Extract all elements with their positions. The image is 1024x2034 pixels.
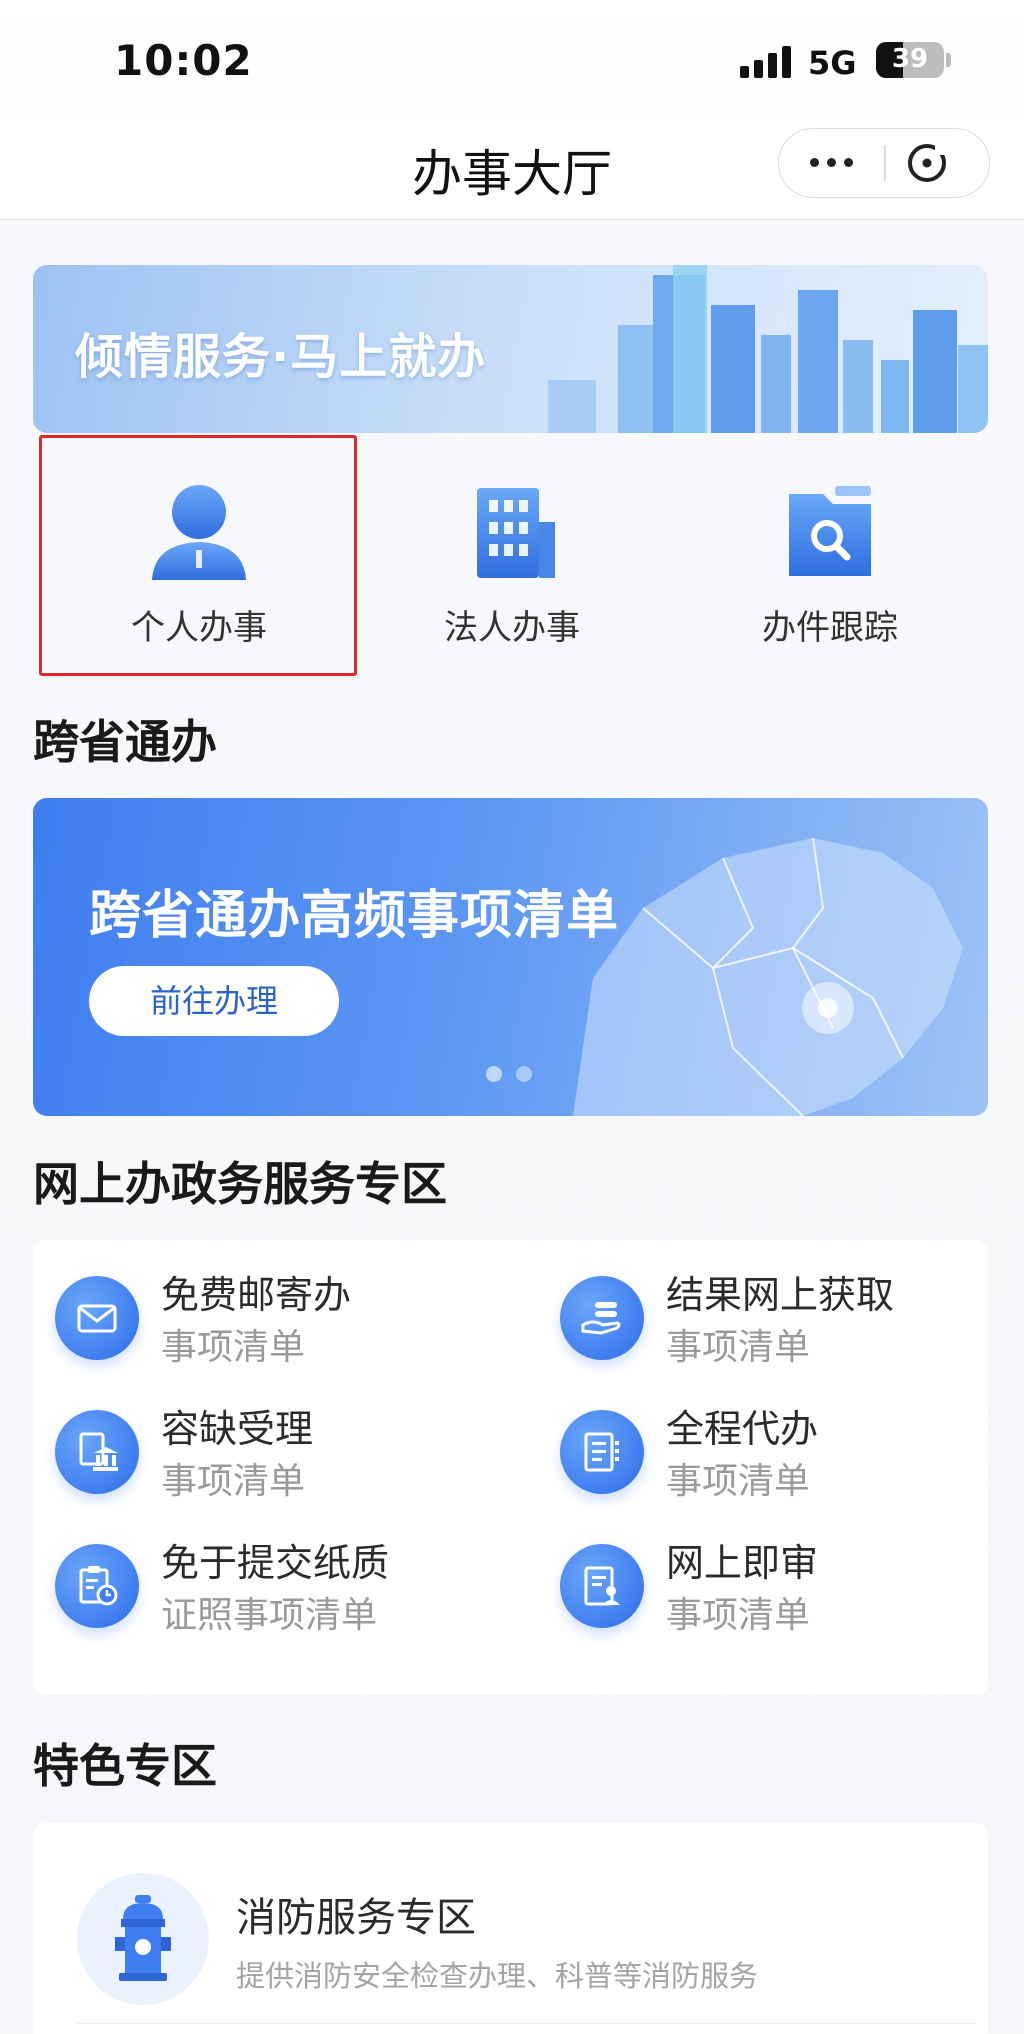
document-list-icon xyxy=(560,1410,644,1494)
battery-icon: 39 xyxy=(876,42,944,78)
battery-level: 39 xyxy=(891,44,929,74)
section-title-cross-province: 跨省通办 xyxy=(33,715,217,769)
feature-card: 消防服务专区 提供消防安全检查办理、科普等消防服务 xyxy=(33,1823,988,2034)
building-icon xyxy=(477,488,555,578)
bank-document-icon xyxy=(55,1410,139,1494)
more-dot xyxy=(809,157,819,167)
service-title: 结果网上获取 xyxy=(666,1273,895,1317)
folder-search-icon xyxy=(789,486,871,576)
quick-entry-label: 办件跟踪 xyxy=(762,608,898,648)
service-item-online-result[interactable]: 结果网上获取 事项清单 xyxy=(538,1254,998,1374)
quick-entry-label: 法人办事 xyxy=(444,608,580,648)
service-title: 免于提交纸质 xyxy=(161,1541,390,1585)
service-item-instant-review[interactable]: 网上即审 事项清单 xyxy=(538,1522,998,1642)
cross-banner-title: 跨省通办高频事项清单 xyxy=(89,886,620,946)
feature-description: 提供消防安全检查办理、科普等消防服务 xyxy=(236,1959,759,1993)
cross-province-banner[interactable]: 跨省通办高频事项清单 前往办理 xyxy=(33,798,988,1116)
carousel-dots xyxy=(486,1066,532,1082)
service-grid: 免费邮寄办 事项清单 结果网上获取 事项清单 容缺受理 事项清单 全程代办 事项… xyxy=(33,1240,988,1695)
service-item-full-agency[interactable]: 全程代办 事项清单 xyxy=(538,1388,998,1508)
service-title: 免费邮寄办 xyxy=(161,1273,352,1317)
feature-title: 消防服务专区 xyxy=(236,1895,476,1941)
service-title: 容缺受理 xyxy=(161,1407,314,1451)
divider xyxy=(77,2023,977,2024)
banner-slogan: 倾情服务·马上就办 xyxy=(75,329,487,385)
carousel-dot[interactable] xyxy=(516,1066,532,1082)
service-title: 全程代办 xyxy=(666,1407,819,1451)
go-handle-button[interactable]: 前往办理 xyxy=(89,966,339,1036)
service-item-free-mail[interactable]: 免费邮寄办 事项清单 xyxy=(33,1254,493,1374)
more-dot xyxy=(843,157,853,167)
service-title: 网上即审 xyxy=(666,1541,819,1585)
clipboard-clock-icon xyxy=(55,1544,139,1628)
service-subtitle: 事项清单 xyxy=(666,1595,811,1636)
service-subtitle: 事项清单 xyxy=(161,1461,306,1502)
promo-banner[interactable]: 倾情服务·马上就办 xyxy=(33,265,988,433)
carousel-dot[interactable] xyxy=(486,1066,502,1082)
feature-item-fire-service[interactable] xyxy=(77,1873,209,2005)
status-time: 10:02 xyxy=(114,36,253,85)
service-item-paperless[interactable]: 免于提交纸质 证照事项清单 xyxy=(33,1522,493,1642)
selection-highlight xyxy=(39,435,357,676)
quick-entry-tracking[interactable]: 办件跟踪 xyxy=(670,440,990,670)
hand-stack-icon xyxy=(560,1276,644,1360)
envelope-icon xyxy=(55,1276,139,1360)
fire-hydrant-icon xyxy=(115,1895,171,1981)
service-subtitle: 事项清单 xyxy=(666,1327,811,1368)
service-subtitle: 事项清单 xyxy=(666,1461,811,1502)
quick-entry-legal[interactable]: 法人办事 xyxy=(352,440,672,670)
more-button[interactable] xyxy=(779,129,883,195)
network-type: 5G xyxy=(808,44,857,82)
more-dot xyxy=(826,157,836,167)
service-subtitle: 证照事项清单 xyxy=(161,1595,378,1636)
battery-cap xyxy=(946,53,951,67)
nav-bar: 办事大厅 xyxy=(0,120,1024,220)
signal-icon xyxy=(740,44,796,78)
status-bar: 10:02 5G 39 xyxy=(0,0,1024,120)
close-button[interactable] xyxy=(905,141,949,185)
service-subtitle: 事项清单 xyxy=(161,1327,306,1368)
capsule-divider xyxy=(884,145,886,181)
document-user-icon xyxy=(560,1544,644,1628)
section-title-online: 网上办政务服务专区 xyxy=(33,1157,447,1211)
mini-program-capsule xyxy=(778,128,990,198)
service-item-tolerance[interactable]: 容缺受理 事项清单 xyxy=(33,1388,493,1508)
close-circle-icon xyxy=(908,143,947,182)
section-title-featured: 特色专区 xyxy=(33,1739,217,1793)
